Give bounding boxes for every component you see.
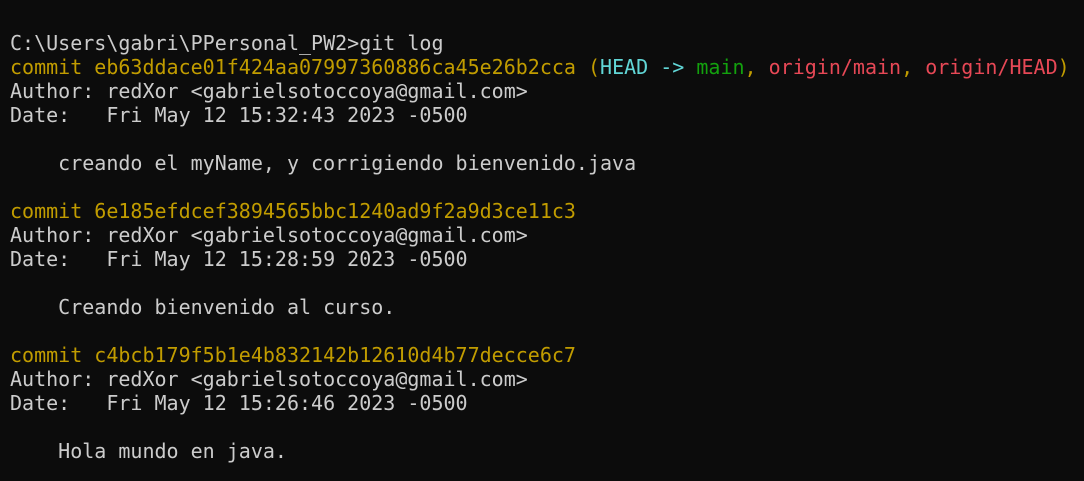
date-line: Date: Fri May 12 15:26:46 2023 -0500 (10, 391, 1084, 415)
prompt-line: C:\Users\gabri\PPersonal_PW2>git log (10, 31, 1084, 55)
ref-origin-head: origin/HEAD (925, 55, 1058, 79)
commit-message-line: Creando bienvenido al curso. (10, 295, 1084, 319)
commit-keyword: commit (10, 55, 83, 79)
commit-message: Creando bienvenido al curso. (58, 295, 396, 319)
ref-head: HEAD (600, 55, 649, 79)
terminal-window[interactable]: C:\Users\gabri\PPersonal_PW2>git log com… (0, 0, 1084, 481)
date-label: Date: (10, 247, 71, 271)
author-label: Author: (10, 223, 95, 247)
prompt-path: C:\Users\gabri\PPersonal_PW2> (10, 31, 360, 55)
commit-line: commit 6e185efdcef3894565bbc1240ad9f2a9d… (10, 199, 1084, 223)
commit-message: Hola mundo en java. (58, 439, 287, 463)
author-value: redXor <gabrielsotoccoya@gmail.com> (106, 223, 528, 247)
refs-close-paren: ) (1057, 55, 1070, 79)
commit-line: commit eb63ddace01f424aa07997360886ca45e… (10, 55, 1084, 79)
date-label: Date: (10, 391, 71, 415)
commit-message-line: Hola mundo en java. (10, 439, 1084, 463)
ref-arrow: -> (648, 55, 697, 79)
commit-message: creando el myName, y corrigiendo bienven… (58, 151, 637, 175)
commit-line: commit c4bcb179f5b1e4b832142b12610d4b77d… (10, 343, 1084, 367)
commit-keyword: commit (10, 343, 83, 367)
commit-hash: c4bcb179f5b1e4b832142b12610d4b77decce6c7 (94, 343, 576, 367)
commit-keyword: commit (10, 199, 83, 223)
date-value: Fri May 12 15:32:43 2023 -0500 (106, 103, 468, 127)
author-value: redXor <gabrielsotoccoya@gmail.com> (106, 79, 528, 103)
author-line: Author: redXor <gabrielsotoccoya@gmail.c… (10, 223, 1084, 247)
refs-open-paren: ( (587, 55, 601, 79)
author-label: Author: (10, 367, 95, 391)
author-line: Author: redXor <gabrielsotoccoya@gmail.c… (10, 367, 1084, 391)
commit-hash: eb63ddace01f424aa07997360886ca45e26b2cca (94, 55, 576, 79)
commit-hash: 6e185efdcef3894565bbc1240ad9f2a9d3ce11c3 (94, 199, 576, 223)
author-line: Author: redXor <gabrielsotoccoya@gmail.c… (10, 79, 1084, 103)
ref-separator: , (744, 55, 769, 79)
commit-message-line: creando el myName, y corrigiendo bienven… (10, 151, 1084, 175)
date-line: Date: Fri May 12 15:32:43 2023 -0500 (10, 103, 1084, 127)
ref-separator: , (901, 55, 926, 79)
date-line: Date: Fri May 12 15:28:59 2023 -0500 (10, 247, 1084, 271)
ref-origin-main: origin/main (768, 55, 902, 79)
author-value: redXor <gabrielsotoccoya@gmail.com> (106, 367, 528, 391)
date-label: Date: (10, 103, 71, 127)
date-value: Fri May 12 15:26:46 2023 -0500 (106, 391, 468, 415)
date-value: Fri May 12 15:28:59 2023 -0500 (106, 247, 468, 271)
command-text: git log (359, 31, 444, 55)
author-label: Author: (10, 79, 95, 103)
ref-main: main (696, 55, 745, 79)
